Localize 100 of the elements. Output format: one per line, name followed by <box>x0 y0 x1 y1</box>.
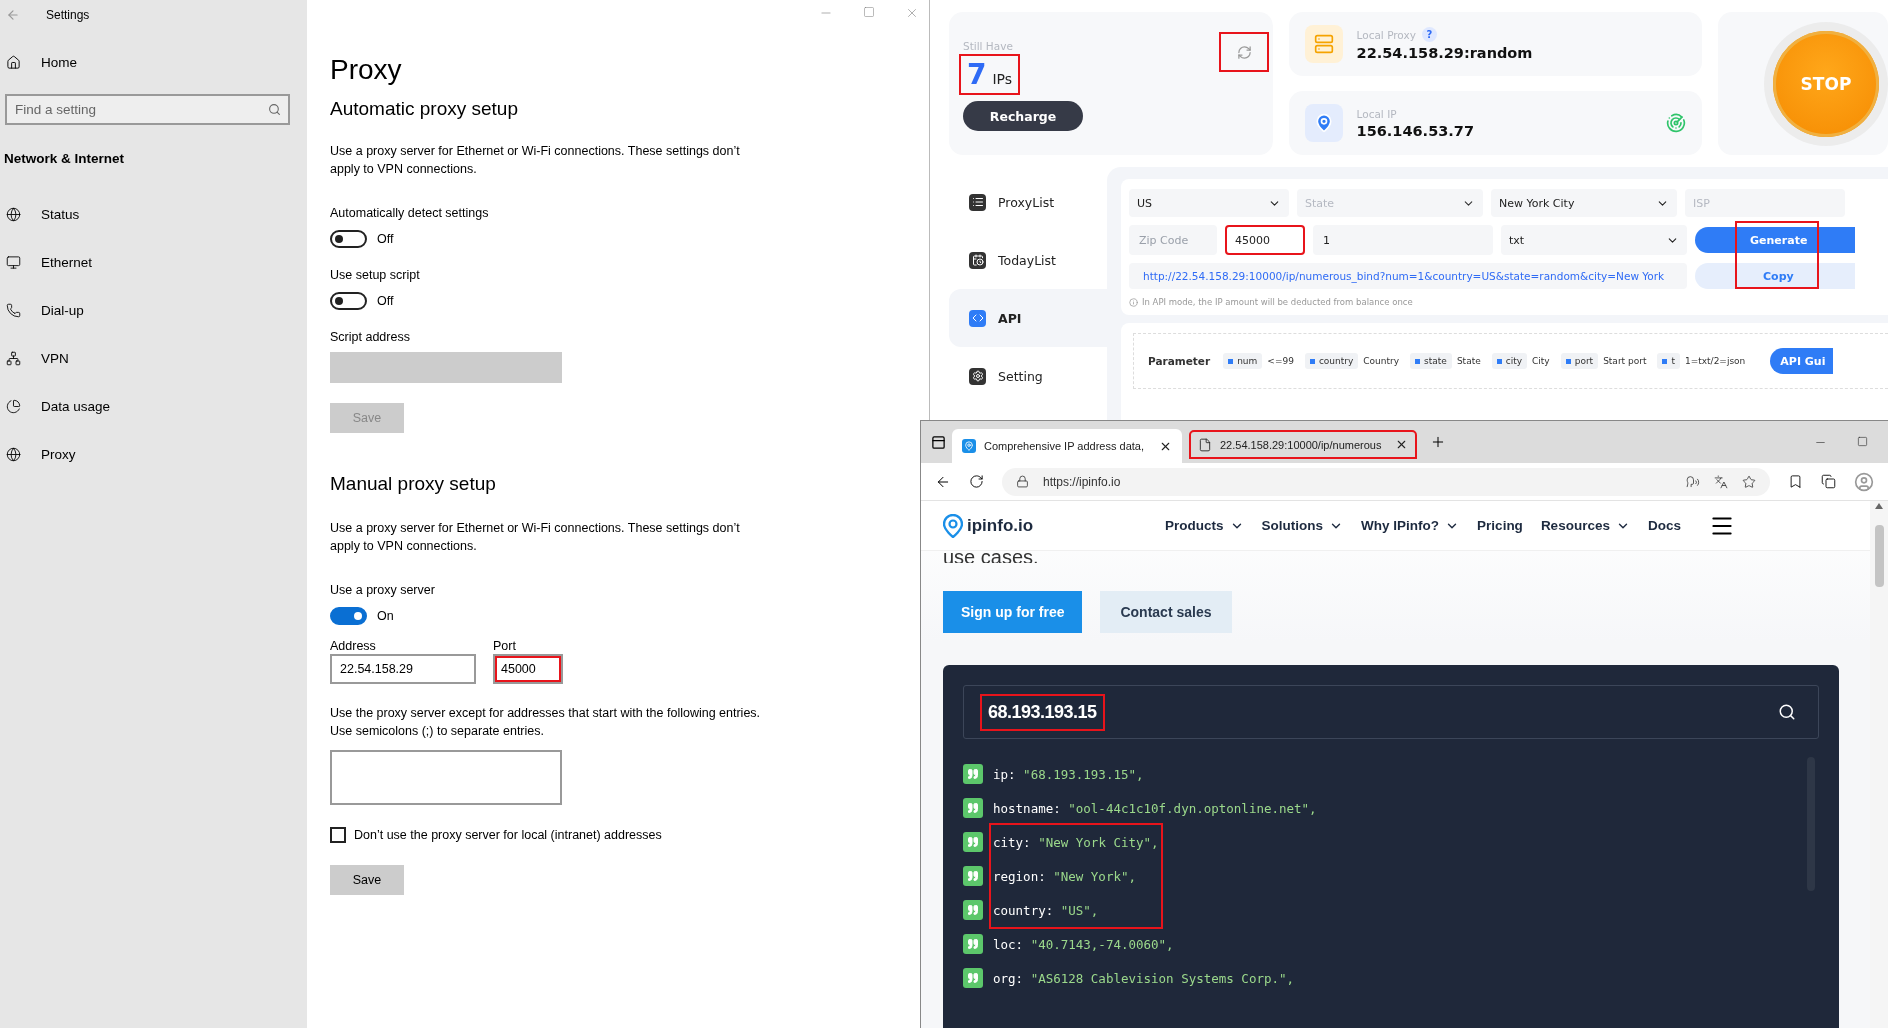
quote-icon <box>963 764 983 784</box>
nav-link[interactable]: Docs <box>1647 518 1681 533</box>
json-field: org: "AS6128 Cablevision Systems Corp.", <box>993 970 1295 986</box>
sidebar-item[interactable]: Ethernet <box>0 238 307 286</box>
input-field[interactable]: 22.54.158.29 <box>330 654 476 684</box>
card-caption: Local IP <box>1356 107 1398 120</box>
contact-button[interactable]: Contact sales <box>1100 591 1232 633</box>
close-icon[interactable] <box>1395 438 1408 451</box>
star-icon[interactable] <box>1742 474 1756 489</box>
json-field: country: "US", <box>993 902 1099 918</box>
parameter-description: 1=txt/2=json <box>1684 356 1746 366</box>
parameter-tag: num <box>1223 353 1263 369</box>
nav-item[interactable]: ProxyList <box>949 173 1107 231</box>
info-icon <box>1129 297 1138 307</box>
help-badge[interactable]: ? <box>1421 27 1437 42</box>
home-icon <box>6 54 21 70</box>
json-field: region: "New York", <box>993 868 1136 884</box>
sidebar-item[interactable]: VPN <box>0 334 307 382</box>
toggle-switch[interactable] <box>330 230 367 248</box>
nav-link[interactable]: Pricing <box>1477 518 1523 533</box>
bookmark-icon[interactable] <box>1788 474 1803 489</box>
parameter-description: <=99 <box>1267 356 1294 366</box>
nav-link[interactable]: Products <box>1165 518 1244 533</box>
city-select[interactable]: New York City <box>1491 189 1677 217</box>
list-icon <box>969 193 986 211</box>
globe-icon <box>6 206 21 222</box>
scrollbar[interactable] <box>1870 501 1888 1028</box>
ip-count: 7 <box>967 58 987 91</box>
input-field[interactable] <box>330 750 562 805</box>
speech-icon[interactable] <box>1686 474 1700 489</box>
recharge-button[interactable]: Recharge <box>963 101 1083 131</box>
refresh-icon[interactable] <box>969 474 984 489</box>
lookup-field[interactable]: 68.193.193.15 <box>963 685 1819 739</box>
count-field[interactable]: 1 <box>1313 225 1493 255</box>
globe-icon <box>6 446 21 462</box>
nav-link[interactable]: Solutions <box>1261 518 1344 533</box>
phone-icon <box>6 302 21 318</box>
parameter-description: City <box>1532 356 1550 366</box>
new-tab-icon[interactable] <box>1430 434 1446 450</box>
home-item[interactable]: Home <box>0 38 307 86</box>
network-icon <box>6 350 21 366</box>
format-select[interactable]: txt <box>1501 225 1687 255</box>
section-heading: Automatic proxy setup <box>330 98 519 120</box>
maximize-icon[interactable] <box>1857 435 1868 447</box>
nav-item[interactable]: Setting <box>949 347 1107 405</box>
code-icon <box>969 309 986 327</box>
parameter-tag: city <box>1491 353 1528 369</box>
pin-icon <box>962 439 976 453</box>
scrollbar-thumb[interactable] <box>1874 525 1884 587</box>
section-heading: Manual proxy setup <box>330 473 497 495</box>
copy-icon[interactable] <box>1821 474 1836 489</box>
browser-tab[interactable]: Comprehensive IP address data, <box>952 429 1182 463</box>
zip-code-field[interactable]: Zip Code <box>1129 225 1217 255</box>
nav-item[interactable]: API <box>949 289 1107 347</box>
input-field[interactable]: 45000 <box>493 654 563 684</box>
field-label: Script address <box>330 330 411 344</box>
tab-title: Comprehensive IP address data, <box>984 440 1145 452</box>
search-field[interactable]: Find a setting <box>5 94 290 125</box>
field-label: Port <box>493 639 517 653</box>
arrow-up-icon[interactable] <box>1875 503 1883 509</box>
generate-button[interactable]: Generate <box>1695 227 1855 253</box>
checkbox-label: Don’t use the proxy server for local (intranet) addresses <box>354 828 662 842</box>
nav-item[interactable]: TodayList <box>949 231 1107 289</box>
quote-icon <box>963 968 983 988</box>
quote-icon <box>963 900 983 920</box>
refresh-icon <box>1236 44 1252 60</box>
sidebar-item[interactable]: Data usage <box>0 382 307 430</box>
tab-actions-icon[interactable] <box>931 434 946 450</box>
refresh-button[interactable] <box>1219 32 1269 72</box>
setting-label: Use a proxy server <box>330 583 436 597</box>
api-guide-button[interactable]: API Gui <box>1770 348 1834 374</box>
json-field: city: "New York City", <box>993 834 1159 850</box>
nav-link[interactable]: Resources <box>1540 518 1630 533</box>
save-button[interactable]: Save <box>330 865 404 895</box>
count-unit: IPs <box>992 71 1013 87</box>
api-url[interactable]: http://22.54.158.29:10000/ip/numerous_bind?num=1&country=US&state=random&city=New York <box>1129 263 1687 289</box>
description-text: Use a proxy server for Ethernet or Wi-Fi connections. These settings don’t apply to VPN connections. <box>330 143 741 178</box>
window-title: Settings <box>46 8 90 22</box>
nav-link[interactable]: Why IPinfo? <box>1361 518 1460 533</box>
toggle-switch[interactable] <box>330 292 367 310</box>
quote-icon <box>963 934 983 954</box>
parameter-tag: port <box>1560 353 1599 369</box>
parameter-tag: country <box>1304 353 1359 369</box>
sidebar-item[interactable]: Dial-up <box>0 286 307 334</box>
translate-icon[interactable] <box>1714 474 1728 489</box>
country-select[interactable]: US <box>1129 189 1289 217</box>
browser-tab[interactable]: 22.54.158.29:10000/ip/numerous <box>1188 429 1418 460</box>
json-field: hostname: "ool-44c1c10f.dyn.optonline.net", <box>993 800 1317 816</box>
search-icon[interactable] <box>1778 703 1796 721</box>
address-bar[interactable]: https://ipinfo.io <box>1002 467 1770 496</box>
port-field[interactable]: 45000 <box>1225 225 1305 255</box>
site-logo[interactable]: ipinfo.io <box>943 513 1034 538</box>
toggle-switch[interactable] <box>330 607 367 625</box>
sidebar-item[interactable]: Status <box>0 190 307 238</box>
sidebar-item[interactable]: Proxy <box>0 430 307 478</box>
page-title: Proxy <box>330 54 403 86</box>
avatar-icon[interactable] <box>1854 471 1874 492</box>
toggle-state: Off <box>377 294 394 308</box>
pie-chart-icon <box>6 398 21 414</box>
checkbox[interactable] <box>330 827 346 843</box>
